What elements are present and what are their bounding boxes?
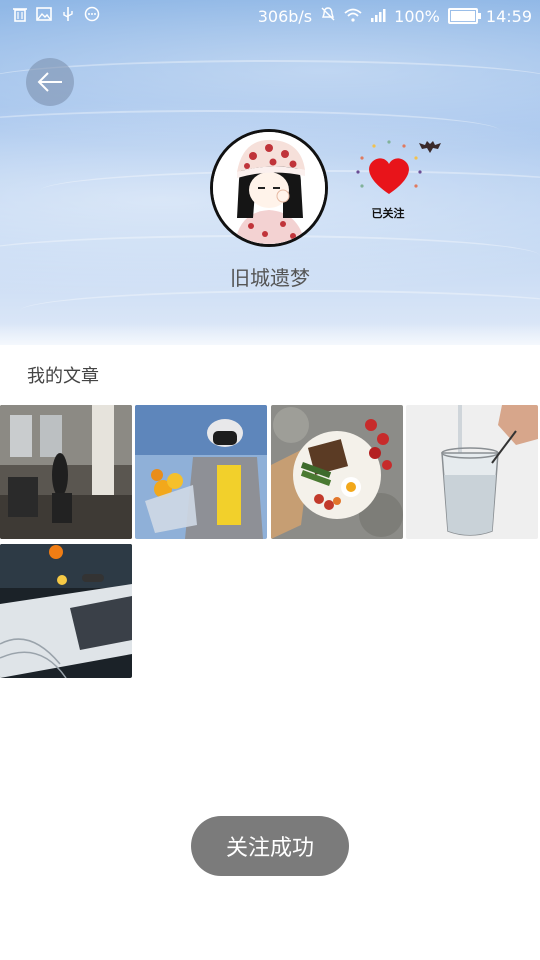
mute-icon [320, 6, 336, 26]
article-thumb-gym[interactable] [0, 405, 132, 539]
article-thumb-food[interactable] [271, 405, 403, 539]
username: 旧城遗梦 [230, 266, 310, 290]
header-wave [0, 60, 540, 102]
trash-icon [12, 6, 28, 22]
avatar[interactable] [210, 129, 328, 247]
usb-icon [60, 6, 76, 22]
image-icon [36, 6, 52, 22]
bat-icon [419, 141, 441, 153]
signal-icon [370, 7, 386, 26]
back-button[interactable] [26, 58, 74, 106]
toast-message: 关注成功 [191, 816, 349, 876]
battery-percent: 100% [394, 6, 440, 26]
avatar-illustration [213, 132, 325, 244]
battery-icon [447, 8, 481, 24]
network-speed: 306b/s [257, 6, 313, 26]
article-thumb-water-glass[interactable] [406, 405, 538, 539]
header-fade [0, 323, 540, 345]
wifi-icon [344, 7, 362, 26]
status-bar: 306b/s 100% 14:59 [0, 0, 540, 32]
heart-icon [356, 140, 422, 194]
article-thumb-desk[interactable] [0, 544, 132, 678]
follow-status: 已关注 [371, 207, 405, 220]
section-title: 我的文章 [27, 366, 99, 387]
clock: 14:59 [485, 6, 532, 26]
more-icon [84, 6, 100, 22]
article-thumb-bouquet[interactable] [135, 405, 267, 539]
arrow-left-icon [37, 72, 62, 92]
